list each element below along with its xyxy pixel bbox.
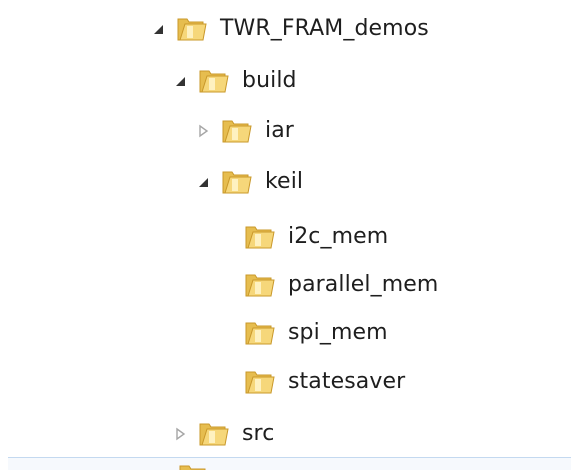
folder-icon [178, 462, 210, 470]
selected-row-highlight[interactable] [8, 457, 571, 470]
folder-icon [244, 223, 276, 251]
tree-item-i2c-mem[interactable]: i2c_mem [244, 215, 388, 259]
expanded-arrow-icon[interactable] [170, 71, 190, 91]
tree-item-twr-fram-demos[interactable]: TWR_FRAM_demos [148, 7, 429, 51]
folder-tree: TWR_FRAM_demos build iar keil i2c_mem pa… [0, 0, 571, 470]
expanded-arrow-icon[interactable] [148, 19, 168, 39]
folder-icon [176, 15, 208, 43]
tree-item-iar[interactable]: iar [193, 109, 294, 153]
tree-item-label: src [242, 421, 275, 446]
tree-item-label: keil [265, 169, 304, 194]
folder-icon [244, 368, 276, 396]
folder-icon [244, 271, 276, 299]
tree-item-parallel-mem[interactable]: parallel_mem [244, 263, 438, 307]
tree-item-label: parallel_mem [288, 272, 439, 297]
folder-icon [198, 67, 230, 95]
tree-item-label: build [242, 68, 297, 93]
folder-icon [244, 319, 276, 347]
tree-item-src[interactable]: src [170, 412, 274, 456]
tree-item-build[interactable]: build [170, 59, 297, 103]
folder-icon [198, 420, 230, 448]
tree-item-label: i2c_mem [288, 224, 389, 249]
tree-item-keil[interactable]: keil [193, 160, 303, 204]
collapsed-arrow-icon[interactable] [170, 424, 190, 444]
collapsed-arrow-icon[interactable] [193, 121, 213, 141]
tree-item-label: spi_mem [288, 320, 388, 345]
tree-item-label: iar [265, 118, 294, 143]
tree-item-label: TWR_FRAM_demos [220, 16, 429, 41]
expanded-arrow-icon[interactable] [193, 172, 213, 192]
folder-icon [221, 168, 253, 196]
tree-item-spi-mem[interactable]: spi_mem [244, 311, 388, 355]
tree-item-statesaver[interactable]: statesaver [244, 360, 405, 404]
folder-icon [221, 117, 253, 145]
tree-item-label: statesaver [288, 369, 406, 394]
